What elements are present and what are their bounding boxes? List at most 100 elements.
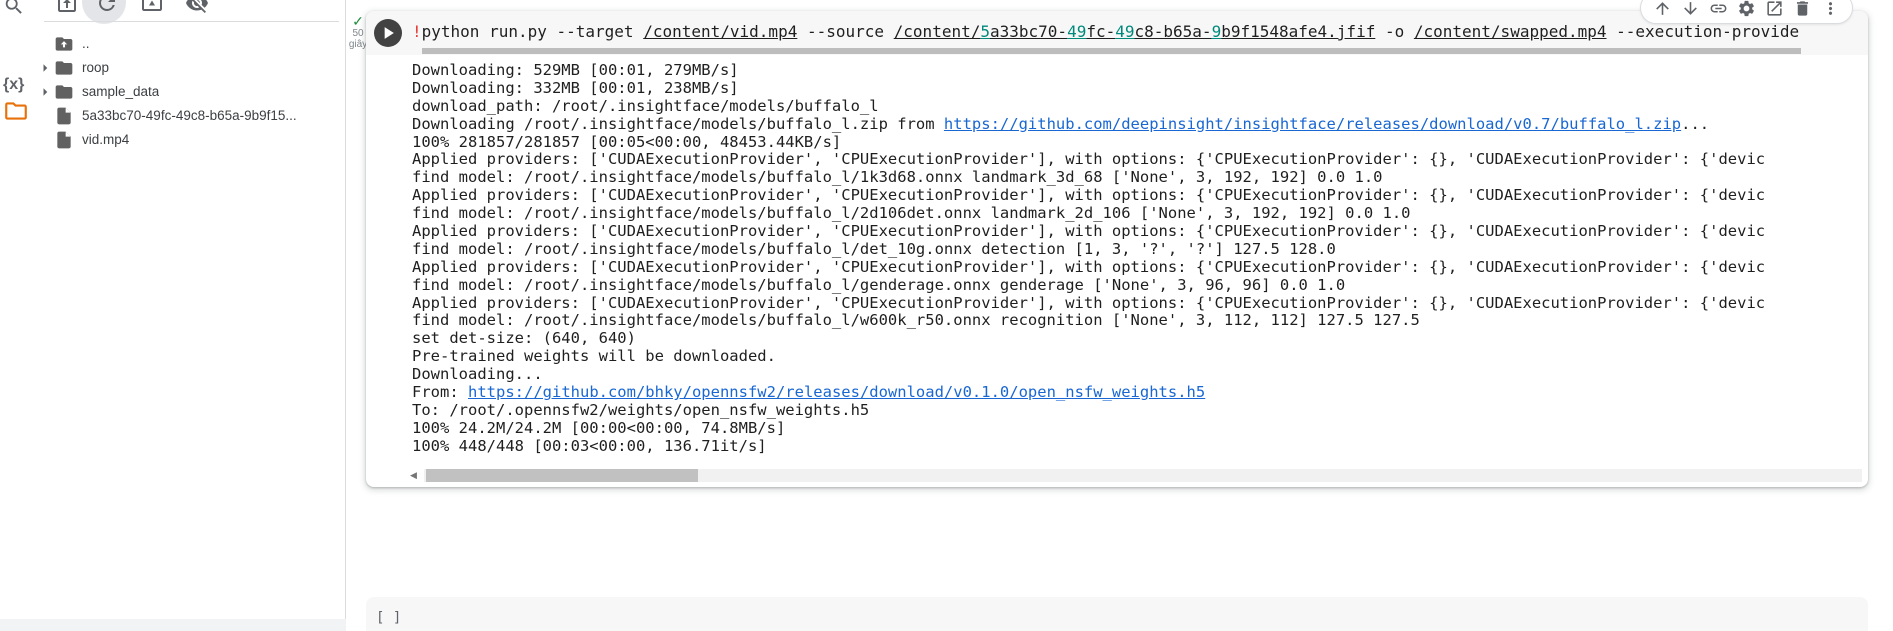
output-text: Downloading... (412, 366, 543, 383)
code-cell: !python run.py --target /content/vid.mp4… (366, 11, 1868, 487)
output-text: Downloading /root/.insightface/models/bu… (412, 116, 944, 133)
output-line: download_path: /root/.insightface/models… (412, 98, 1868, 116)
code-segment: /content/swapped.mp4 (1414, 22, 1607, 41)
output-line: 100% 448/448 [00:03<00:00, 136.71it/s] (412, 438, 1868, 456)
output-line: Downloading /root/.insightface/models/bu… (412, 116, 1868, 134)
code-segment: ! (412, 22, 422, 41)
code-segment: a33bc70- (990, 22, 1067, 41)
output-scrollbar-thumb[interactable] (426, 469, 698, 482)
output-line: Downloading... (412, 366, 1868, 384)
output-line: To: /root/.opennsfw2/weights/open_nsfw_w… (412, 402, 1868, 420)
output-link[interactable]: https://github.com/deepinsight/insightfa… (944, 116, 1681, 133)
search-icon[interactable] (3, 0, 25, 22)
output-text: 100% 448/448 [00:03<00:00, 136.71it/s] (412, 438, 767, 455)
output-line: Applied providers: ['CUDAExecutionProvid… (412, 259, 1868, 277)
move-down-icon[interactable] (1681, 0, 1700, 18)
execution-time-unit: giây (348, 39, 368, 50)
output-line: 100% 281857/281857 [00:05<00:00, 48453.4… (412, 134, 1868, 152)
execution-success-check-icon: ✓ (348, 14, 368, 28)
file-item-5a33bc70-49fc-49c8-b65a-9b9f15-[interactable]: 5a33bc70-49fc-49c8-b65a-9b9f15... (30, 104, 345, 128)
output-text: find model: /root/.insightface/models/bu… (412, 169, 1383, 186)
open-in-tab-icon[interactable] (1765, 0, 1784, 18)
output-text: 100% 281857/281857 [00:05<00:00, 48453.4… (412, 134, 841, 151)
file-item-label: .. (82, 32, 90, 56)
file-item--[interactable]: .. (30, 32, 345, 56)
mount-drive-icon[interactable] (140, 0, 164, 15)
cell-toolbar (1640, 0, 1853, 24)
colab-screen: {x} ..roopsample_data5a33bc70-49fc-49c8-… (0, 0, 1893, 631)
notebook-area: ✓ 50 giây !python run.py --target /conte… (346, 0, 1893, 631)
move-up-icon[interactable] (1653, 0, 1672, 18)
files-tab-folder-icon[interactable] (3, 98, 29, 129)
output-text: Downloading: 332MB [00:01, 238MB/s] (412, 80, 739, 97)
file-explorer-panel: ..roopsample_data5a33bc70-49fc-49c8-b65a… (30, 0, 346, 631)
code-segment: 49 (1067, 22, 1086, 41)
copy-link-icon[interactable] (1709, 0, 1728, 18)
output-link[interactable]: https://github.com/bhky/opennsfw2/releas… (468, 384, 1205, 401)
code-horizontal-scrollbar[interactable] (422, 48, 1858, 54)
output-text: Downloading: 529MB [00:01, 279MB/s] (412, 62, 739, 79)
file-item-label: 5a33bc70-49fc-49c8-b65a-9b9f15... (82, 104, 297, 128)
refresh-icon[interactable] (95, 0, 119, 15)
next-code-cell[interactable]: [ ] (366, 597, 1868, 631)
run-cell-button[interactable] (374, 19, 402, 47)
output-line: find model: /root/.insightface/models/bu… (412, 312, 1868, 330)
file-item-label: sample_data (82, 80, 159, 104)
file-item-label: roop (82, 56, 109, 80)
output-line: Applied providers: ['CUDAExecutionProvid… (412, 223, 1868, 241)
output-line: Pre-trained weights will be downloaded. (412, 348, 1868, 366)
output-line: find model: /root/.insightface/models/bu… (412, 241, 1868, 259)
output-text: find model: /root/.insightface/models/bu… (412, 241, 1336, 258)
delete-icon[interactable] (1793, 0, 1812, 18)
output-text: From: (412, 384, 468, 401)
more-options-icon[interactable] (1821, 0, 1840, 18)
panel-bottom-scroll-strip[interactable] (0, 619, 346, 631)
cell-execution-status: ✓ 50 giây (348, 14, 368, 50)
output-line: find model: /root/.insightface/models/bu… (412, 169, 1868, 187)
file-item-roop[interactable]: roop (30, 56, 345, 80)
cell-output: Downloading: 529MB [00:01, 279MB/s]Downl… (366, 55, 1868, 465)
scrollbar-left-arrow-icon[interactable]: ◀ (410, 469, 424, 482)
execution-time-value: 50 (348, 28, 368, 39)
file-item-vid-mp4[interactable]: vid.mp4 (30, 128, 345, 152)
output-text: find model: /root/.insightface/models/bu… (412, 205, 1411, 222)
output-line: find model: /root/.insightface/models/bu… (412, 277, 1868, 295)
variables-tab[interactable]: {x} (3, 76, 24, 94)
hide-hidden-files-icon[interactable] (185, 0, 209, 15)
output-line: 100% 24.2M/24.2M [00:00<00:00, 74.8MB/s] (412, 420, 1868, 438)
output-lines: Downloading: 529MB [00:01, 279MB/s]Downl… (412, 62, 1868, 456)
code-segment: 5 (980, 22, 990, 41)
output-line: Applied providers: ['CUDAExecutionProvid… (412, 295, 1868, 313)
code-segment: c8-b65a- (1135, 22, 1212, 41)
chevron-right-icon[interactable] (36, 83, 54, 106)
code-segment: b9f1548afe4.jfif (1221, 22, 1375, 41)
code-segment: fc- (1086, 22, 1115, 41)
code-segment: python run.py --target (422, 22, 644, 41)
output-text: set det-size: (640, 640) (412, 330, 636, 347)
output-text: find model: /root/.insightface/models/bu… (412, 277, 1345, 294)
output-text: find model: /root/.insightface/models/bu… (412, 312, 1420, 329)
upload-icon[interactable] (55, 0, 79, 15)
output-text: Applied providers: ['CUDAExecutionProvid… (412, 187, 1765, 204)
output-line: set det-size: (640, 640) (412, 330, 1868, 348)
code-segment: /content/ (894, 22, 981, 41)
code-segment: -o (1375, 22, 1414, 41)
settings-icon[interactable] (1737, 0, 1756, 18)
output-text: download_path: /root/.insightface/models… (412, 98, 879, 115)
chevron-right-icon[interactable] (36, 59, 54, 82)
output-text: ... (1681, 116, 1709, 133)
code-scrollbar-thumb[interactable] (422, 48, 1801, 54)
output-text: Applied providers: ['CUDAExecutionProvid… (412, 295, 1765, 312)
output-line: Downloading: 332MB [00:01, 238MB/s] (412, 80, 1868, 98)
output-text: Applied providers: ['CUDAExecutionProvid… (412, 223, 1765, 240)
output-text: Pre-trained weights will be downloaded. (412, 348, 776, 365)
output-line: From: https://github.com/bhky/opennsfw2/… (412, 384, 1868, 402)
output-scrollbar-track[interactable] (424, 469, 1862, 482)
code-segment: 49 (1115, 22, 1134, 41)
output-line: Applied providers: ['CUDAExecutionProvid… (412, 151, 1868, 169)
output-text: Applied providers: ['CUDAExecutionProvid… (412, 151, 1765, 168)
file-item-sample-data[interactable]: sample_data (30, 80, 345, 104)
output-horizontal-scrollbar[interactable]: ◀ (410, 469, 1862, 482)
output-line: Applied providers: ['CUDAExecutionProvid… (412, 187, 1868, 205)
code-segment: 9 (1212, 22, 1222, 41)
